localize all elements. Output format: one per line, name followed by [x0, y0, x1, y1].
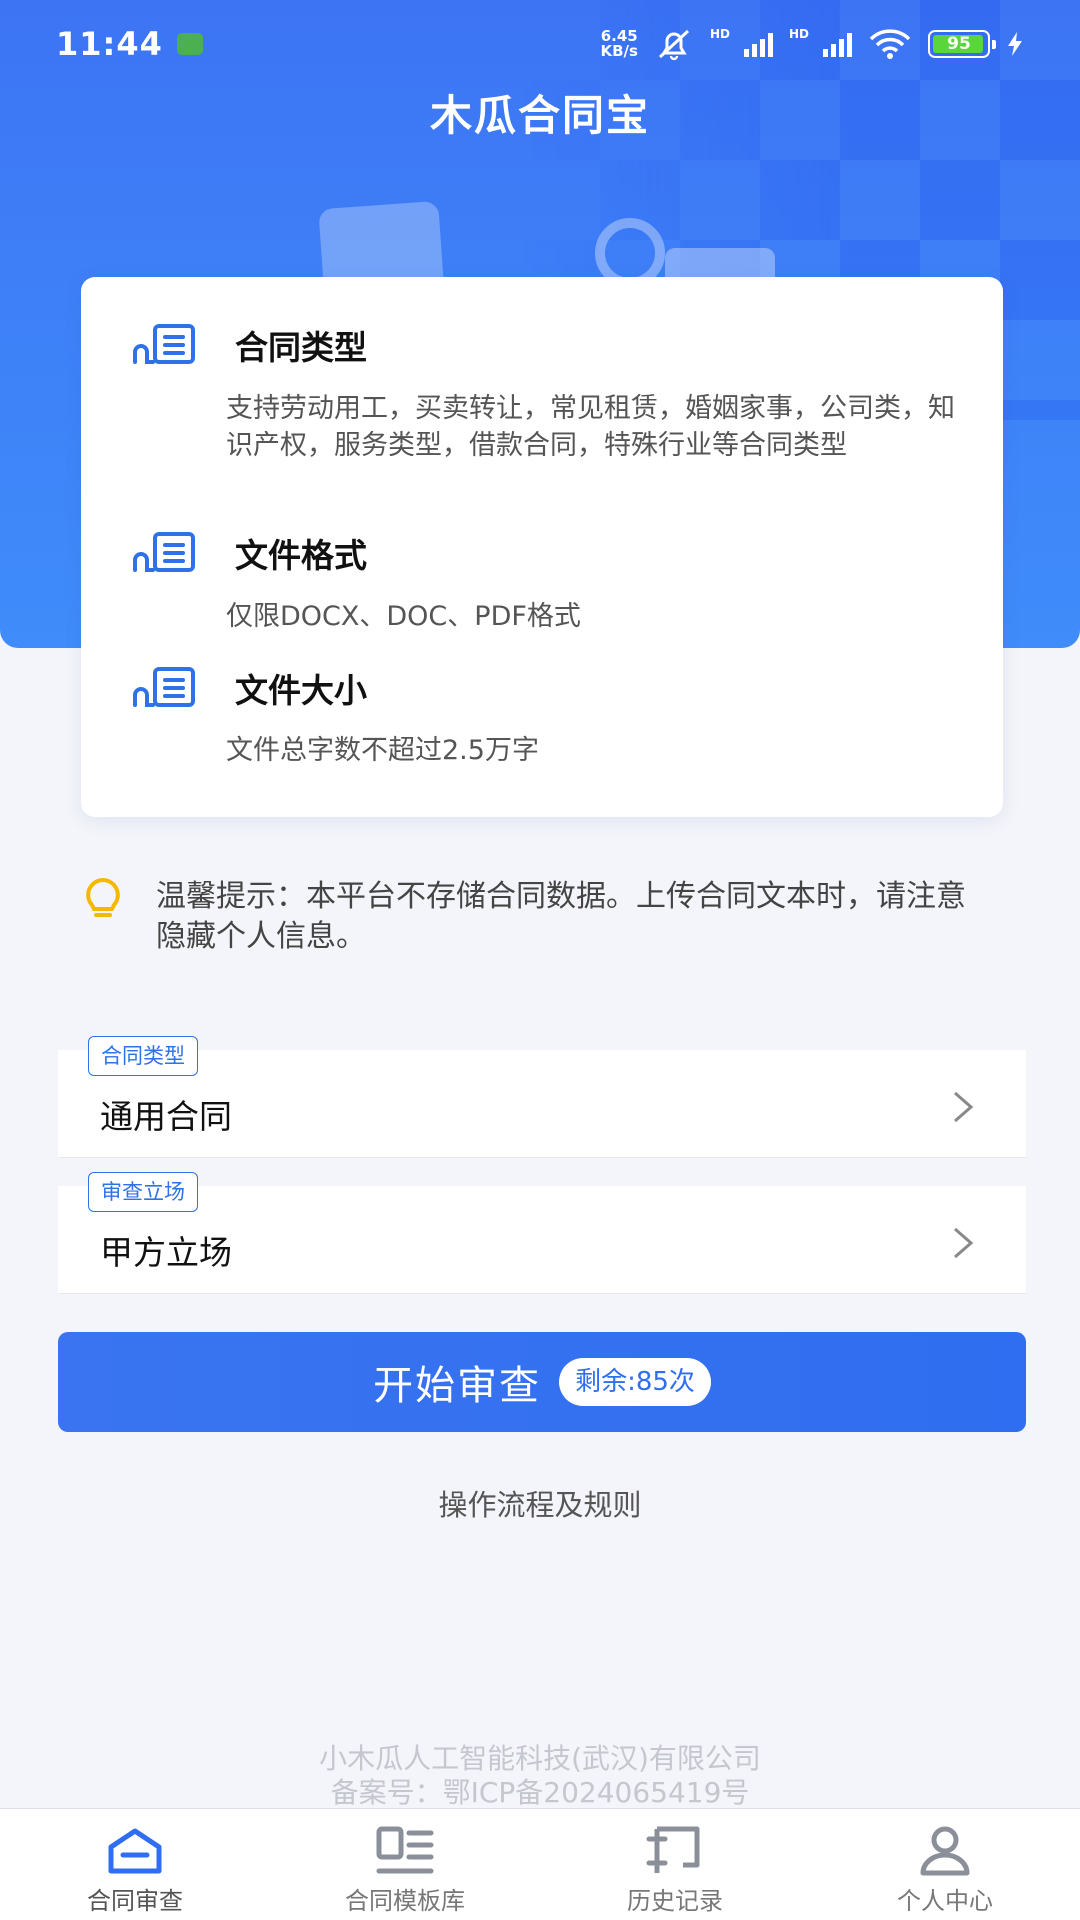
- hd-label-2: HD: [788, 27, 809, 41]
- nav-label: 个人中心: [897, 1887, 993, 1915]
- network-speed-unit: KB/s: [600, 42, 638, 60]
- tip-text: 温馨提示：本平台不存储合同数据。上传合同文本时，请注意隐藏个人信息。: [156, 879, 966, 954]
- signal-icon-1: [743, 31, 773, 57]
- info-title: 文件格式: [235, 536, 367, 575]
- review-stance-selector[interactable]: 审查立场 甲方立场: [58, 1172, 1026, 1294]
- document-list-icon: [133, 532, 195, 572]
- nav-label: 合同模板库: [345, 1887, 465, 1915]
- chevron-right-icon: [954, 1227, 974, 1259]
- info-desc: 支持劳动用工，买卖转让，常见租赁，婚姻家事，公司类，知识产权，服务类型，借款合同…: [226, 393, 955, 461]
- lightbulb-icon: [86, 877, 120, 917]
- nav-label: 历史记录: [627, 1887, 723, 1915]
- info-card: 合同类型 支持劳动用工，买卖转让，常见租赁，婚姻家事，公司类，知识产权，服务类型…: [81, 277, 1003, 817]
- info-desc: 仅限DOCX、DOC、PDF格式: [226, 601, 581, 632]
- notification-app-icon: [176, 33, 203, 55]
- contract-type-value: 通用合同: [100, 1097, 232, 1136]
- process-rules-link[interactable]: 操作流程及规则: [0, 1482, 1080, 1524]
- start-review-label: 开始审查: [373, 1363, 542, 1409]
- nav-template-library[interactable]: 合同模板库: [270, 1809, 540, 1920]
- status-time: 11:44: [56, 25, 163, 63]
- hd-label-1: HD: [709, 27, 730, 41]
- network-speed: 6.45 KB/s: [601, 29, 638, 59]
- info-title: 合同类型: [235, 328, 367, 367]
- footer: 小木瓜人工智能科技(武汉)有限公司 备案号：鄂ICP备2024065419号: [0, 1742, 1080, 1810]
- template-library-icon: [376, 1826, 434, 1874]
- remaining-count-badge: 剩余:85次: [559, 1358, 711, 1406]
- nav-contract-review[interactable]: 合同审查: [0, 1809, 270, 1920]
- status-indicators: 6.45 KB/s HD HD 95: [601, 27, 1025, 61]
- bottom-nav: 合同审查 合同模板库 历史记录 个人中心: [0, 1808, 1080, 1920]
- footer-company-name: 小木瓜人工智能科技(武汉)有限公司: [319, 1742, 761, 1775]
- contract-review-icon: [108, 1828, 162, 1874]
- contract-type-selector[interactable]: 合同类型 通用合同: [58, 1036, 1026, 1158]
- history-icon: [646, 1826, 700, 1873]
- battery-icon: 95: [928, 30, 996, 58]
- nav-history[interactable]: 历史记录: [540, 1809, 810, 1920]
- profile-icon: [920, 1826, 970, 1876]
- review-stance-value: 甲方立场: [100, 1233, 232, 1272]
- app-title: 木瓜合同宝: [429, 91, 650, 140]
- info-desc: 文件总字数不超过2.5万字: [226, 735, 539, 766]
- mute-bell-icon: [658, 29, 689, 61]
- nav-label: 合同审查: [87, 1887, 183, 1915]
- info-title: 文件大小: [235, 671, 367, 710]
- signal-icon-2: [823, 31, 852, 57]
- footer-icp-number: 备案号：鄂ICP备2024065419号: [330, 1776, 750, 1809]
- wifi-icon: [869, 29, 911, 59]
- battery-level: 95: [947, 34, 971, 54]
- document-list-icon: [133, 667, 195, 707]
- review-stance-tag: 审查立场: [88, 1172, 198, 1212]
- charging-bolt-icon: [1008, 32, 1022, 56]
- contract-type-tag: 合同类型: [88, 1036, 198, 1076]
- chevron-right-icon: [954, 1091, 974, 1123]
- nav-profile[interactable]: 个人中心: [810, 1809, 1080, 1920]
- start-review-button[interactable]: 开始审查 剩余:85次: [58, 1332, 1026, 1432]
- status-bar: 11:44 6.45 KB/s HD HD 95: [0, 0, 1080, 88]
- document-list-icon: [133, 324, 195, 364]
